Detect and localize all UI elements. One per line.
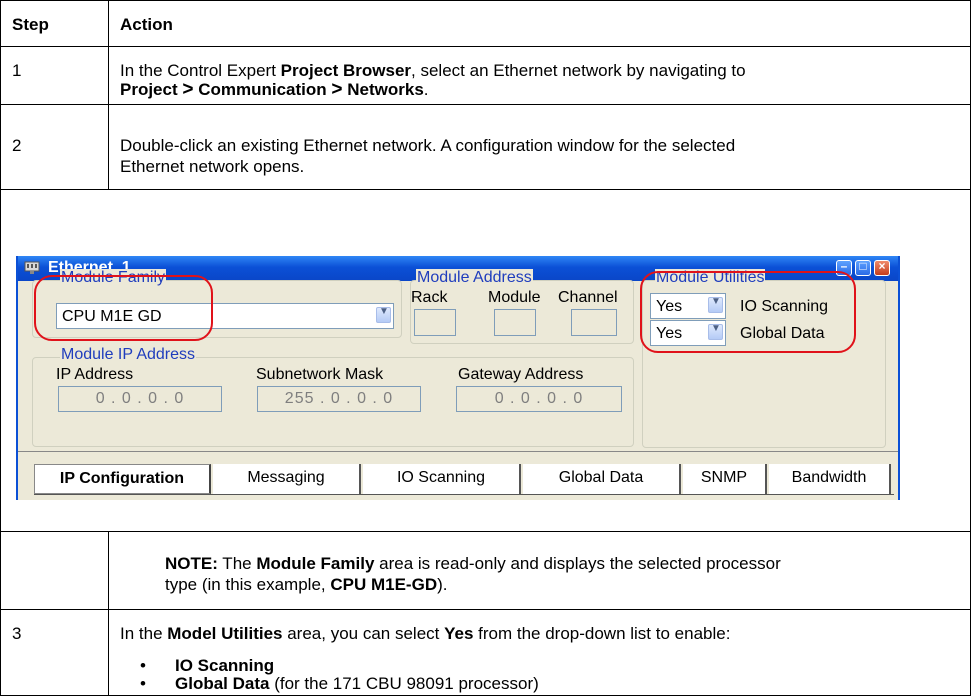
bullet-icon: • bbox=[140, 674, 146, 693]
table-rule bbox=[0, 189, 971, 190]
note-line-2: type (in this example, CPU M1E-GD). bbox=[165, 575, 448, 594]
close-icon: × bbox=[878, 259, 886, 273]
maximize-button[interactable]: □ bbox=[855, 259, 871, 276]
channel-field[interactable] bbox=[571, 309, 617, 336]
subnet-mask-field[interactable]: 255 . 0 . 0 . 0 bbox=[257, 386, 421, 412]
channel-label: Channel bbox=[558, 289, 618, 306]
step-number: 1 bbox=[12, 61, 22, 80]
divider bbox=[18, 451, 898, 452]
step-number: 3 bbox=[12, 624, 22, 643]
module-family-highlight bbox=[34, 275, 213, 341]
step-1-path: Project > Communication > Networks. bbox=[120, 79, 429, 100]
module-address-label: Module Address bbox=[416, 269, 533, 287]
rack-label: Rack bbox=[411, 289, 448, 306]
subnet-mask-label: Subnetwork Mask bbox=[256, 366, 384, 383]
step-3-text: In the Model Utilities area, you can sel… bbox=[120, 624, 731, 643]
table-col-divider bbox=[108, 531, 109, 696]
network-icon bbox=[24, 261, 40, 274]
table-rule bbox=[0, 104, 971, 105]
module-ip-label: Module IP Address bbox=[60, 346, 197, 364]
maximize-icon: □ bbox=[859, 259, 867, 273]
list-item: Global Data (for the 171 CBU 98091 proce… bbox=[175, 674, 539, 693]
tab-global-data[interactable]: Global Data bbox=[523, 464, 681, 494]
step-2-line-1: Double-click an existing Ethernet networ… bbox=[120, 136, 736, 155]
header-step: Step bbox=[12, 15, 49, 34]
close-button[interactable]: × bbox=[874, 259, 890, 276]
gateway-address-field[interactable]: 0 . 0 . 0 . 0 bbox=[456, 386, 622, 412]
chevron-down-icon[interactable]: ▼ bbox=[376, 306, 391, 323]
step-number: 2 bbox=[12, 136, 22, 155]
table-rule bbox=[0, 609, 971, 610]
note-line-1: NOTE: The Module Family area is read-onl… bbox=[165, 554, 781, 573]
step-1-text: In the Control Expert Project Browser, s… bbox=[120, 61, 746, 80]
tab-ip-configuration[interactable]: IP Configuration bbox=[34, 464, 211, 494]
table-rule bbox=[0, 531, 971, 532]
table-col-divider bbox=[108, 0, 109, 189]
tab-io-scanning[interactable]: IO Scanning bbox=[363, 464, 521, 494]
table-border-left bbox=[0, 0, 1, 696]
ethernet-config-window: Ethernet_1 – □ × Module Family CPU M1E G… bbox=[16, 256, 900, 500]
ip-address-field[interactable]: 0 . 0 . 0 . 0 bbox=[58, 386, 222, 412]
tab-snmp[interactable]: SNMP bbox=[683, 464, 767, 494]
step-2-line-2: Ethernet network opens. bbox=[120, 157, 305, 176]
tab-bandwidth[interactable]: Bandwidth bbox=[769, 464, 891, 494]
table-border-top bbox=[0, 0, 971, 1]
table-rule bbox=[0, 46, 971, 47]
module-label: Module bbox=[488, 289, 541, 306]
tab-panel-edge bbox=[34, 494, 894, 495]
header-action: Action bbox=[120, 15, 173, 34]
ip-address-label: IP Address bbox=[56, 366, 134, 383]
module-utilities-highlight bbox=[640, 271, 856, 353]
rack-field[interactable] bbox=[414, 309, 456, 336]
module-field[interactable] bbox=[494, 309, 536, 336]
tab-messaging[interactable]: Messaging bbox=[213, 464, 361, 494]
gateway-address-label: Gateway Address bbox=[458, 366, 584, 383]
